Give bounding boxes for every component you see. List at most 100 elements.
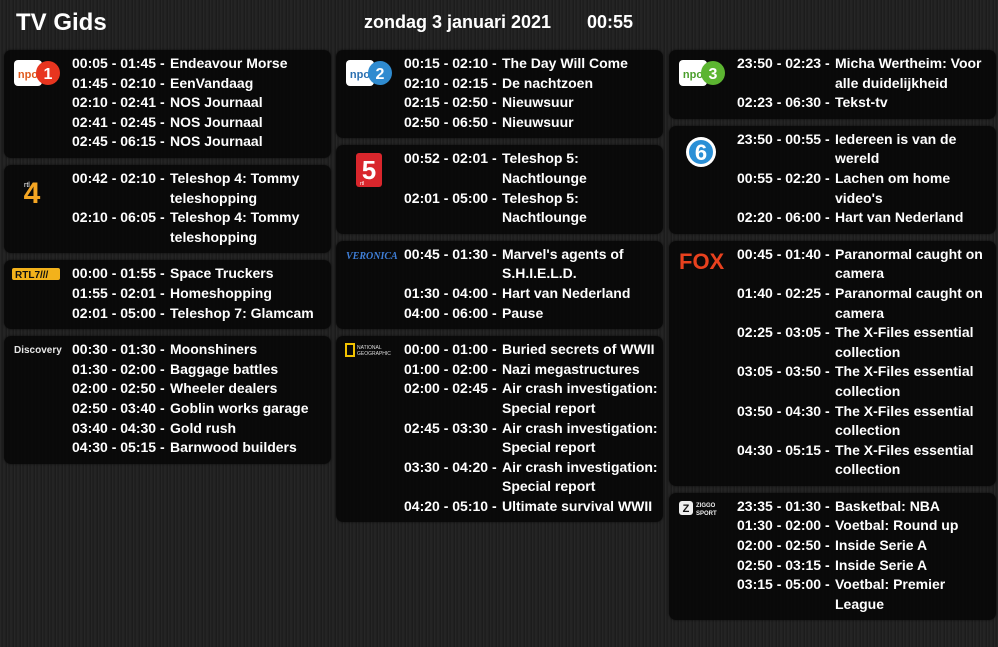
program-row[interactable]: 02:01 - 05:00 - Teleshop 7: Glamcam [72,304,331,324]
program-time: 02:20 - 06:00 - [737,209,830,226]
program-time: 01:00 - 02:00 - [404,360,497,377]
program-row[interactable]: 02:50 - 03:15 - Inside Serie A [737,556,996,576]
svg-text:VERONICA: VERONICA [346,251,398,262]
program-row[interactable]: 00:00 - 01:55 - Space Truckers [72,264,331,284]
program-title: Goblin works garage [170,399,309,416]
program-time: 03:50 - 04:30 - [737,402,830,419]
program-row[interactable]: 01:30 - 02:00 - Baggage battles [72,360,331,380]
channel-card-ziggo-sport[interactable]: Z ZIGGO SPORT 23:35 - 01:30 - Basketbal: … [669,492,996,621]
program-row[interactable]: 01:45 - 02:10 - EenVandaag [72,74,331,94]
program-row[interactable]: 00:05 - 01:45 - Endeavour Morse [72,54,331,74]
channel-card-npo3[interactable]: npo 3 23:50 - 02:23 - Micha Wertheim: Voo… [669,50,996,119]
channel-card-fox[interactable]: FOX 00:45 - 01:40 - Paranormal caught on … [669,240,996,486]
program-title: NOS Journaal [170,113,263,130]
program-row[interactable]: 02:10 - 02:41 - NOS Journaal [72,93,331,113]
program-row[interactable]: 02:10 - 02:15 - De nachtzoen [404,74,663,94]
program-row[interactable]: 04:00 - 06:00 - Pause [404,304,663,324]
svg-text:npo: npo [683,69,703,81]
program-title: Ultimate survival WWII [502,497,653,514]
channel-card-rtl4[interactable]: rtl 4 00:42 - 02:10 - Teleshop 4: Tommy t… [4,164,331,254]
program-row[interactable]: 04:30 - 05:15 - The X-Files essential col… [737,441,996,480]
program-row[interactable]: 03:40 - 04:30 - Gold rush [72,419,331,439]
program-row[interactable]: 02:41 - 02:45 - NOS Journaal [72,113,331,133]
column-left: npo 1 00:05 - 01:45 - Endeavour Morse 01:4… [4,50,331,471]
program-title: Air crash investigation: Special report [502,419,658,456]
program-row[interactable]: 03:50 - 04:30 - The X-Files essential col… [737,402,996,441]
channel-card-sbs6[interactable]: 6 23:50 - 00:55 - Iedereen is van de were… [669,125,996,234]
channel-card-rtl7[interactable]: RTL7/// 00:00 - 01:55 - Space Truckers 01:… [4,260,331,330]
program-row[interactable]: 23:50 - 00:55 - Iedereen is van de wereld [737,130,996,169]
channel-card-discovery[interactable]: Discovery 00:30 - 01:30 - Moonshiners 01:3… [4,336,331,464]
program-time: 02:25 - 03:05 - [737,324,830,341]
program-row[interactable]: 01:40 - 02:25 - Paranormal caught on came… [737,284,996,323]
program-title: Voetbal: Premier League [835,576,946,612]
program-title: Moonshiners [170,341,258,358]
app-title: TV Gids [16,9,107,36]
channel-card-natgeo[interactable]: NATIONAL GEOGRAPHIC 00:00 - 01:00 - Burie… [336,336,663,523]
program-list: 00:45 - 01:30 - Marvel's agents of S.H.I.… [404,245,663,323]
veronica-logo: VERONICA [344,247,398,281]
program-row[interactable]: 00:45 - 01:40 - Paranormal caught on came… [737,245,996,284]
program-title: EenVandaag [170,74,254,91]
program-time: 00:30 - 01:30 - [72,341,165,358]
program-row[interactable]: 02:20 - 06:00 - Hart van Nederland [737,208,996,228]
program-title: Gold rush [170,419,237,436]
program-title: Endeavour Morse [170,55,288,71]
program-row[interactable]: 02:50 - 03:40 - Goblin works garage [72,399,331,419]
program-row[interactable]: 00:55 - 02:20 - Lachen om home video's [737,169,996,208]
program-time: 01:40 - 02:25 - [737,284,830,301]
program-row[interactable]: 02:00 - 02:45 - Air crash investigation: … [404,379,663,418]
program-time: 03:15 - 05:00 - [737,576,830,593]
program-row[interactable]: 02:45 - 06:15 - NOS Journaal [72,132,331,152]
program-row[interactable]: 00:52 - 02:01 - Teleshop 5: Nachtlounge [404,149,663,188]
program-time: 02:23 - 06:30 - [737,94,830,111]
program-time: 02:00 - 02:50 - [72,380,165,397]
program-row[interactable]: 23:35 - 01:30 - Basketbal: NBA [737,497,996,517]
program-row[interactable]: 01:30 - 04:00 - Hart van Nederland [404,284,663,304]
rtl5-logo: 5 rtl [344,151,394,188]
program-row[interactable]: 02:01 - 05:00 - Teleshop 5: Nachtlounge [404,189,663,228]
program-title: Inside Serie A [835,556,928,573]
program-title: Teleshop 4: Tommy teleshopping [170,209,300,245]
program-row[interactable]: 02:00 - 02:50 - Inside Serie A [737,536,996,556]
channel-card-npo2[interactable]: npo 2 00:15 - 02:10 - The Day Will Come 02… [336,50,663,139]
program-row[interactable]: 02:25 - 03:05 - The X-Files essential col… [737,323,996,362]
program-title: Paranormal caught on camera [835,245,983,282]
program-row[interactable]: 00:00 - 01:00 - Buried secrets of WWII [404,340,663,360]
program-title: Iedereen is van de wereld [835,130,957,167]
program-time: 01:30 - 02:00 - [737,517,830,534]
program-row[interactable]: 04:30 - 05:15 - Barnwood builders [72,438,331,458]
channel-card-veronica[interactable]: VERONICA 00:45 - 01:30 - Marvel's agents … [336,240,663,330]
program-row[interactable]: 02:00 - 02:50 - Wheeler dealers [72,379,331,399]
program-row[interactable]: 02:50 - 06:50 - Nieuwsuur [404,113,663,133]
program-time: 02:10 - 02:41 - [72,94,165,111]
program-row[interactable]: 01:00 - 02:00 - Nazi megastructures [404,360,663,380]
program-row[interactable]: 00:42 - 02:10 - Teleshop 4: Tommy telesho… [72,169,331,208]
program-row[interactable]: 01:30 - 02:00 - Voetbal: Round up [737,516,996,536]
program-title: Marvel's agents of S.H.I.E.L.D. [502,245,624,282]
program-time: 01:30 - 04:00 - [404,284,497,301]
channel-card-npo1[interactable]: npo 1 00:05 - 01:45 - Endeavour Morse 01:4… [4,50,331,158]
npo1-logo: npo 1 [12,56,62,90]
program-title: Nieuwsuur [502,113,574,130]
program-row[interactable]: 02:45 - 03:30 - Air crash investigation: … [404,419,663,458]
program-row[interactable]: 02:10 - 06:05 - Teleshop 4: Tommy telesho… [72,208,331,247]
program-time: 23:35 - 01:30 - [737,497,830,514]
current-date: zondag 3 januari 2021 [364,12,552,32]
program-title: Air crash investigation: Special report [502,458,658,495]
channel-card-rtl5[interactable]: 5 rtl 00:52 - 02:01 - Teleshop 5: Nachtlo… [336,145,663,234]
program-title: Nazi megastructures [502,360,640,377]
program-row[interactable]: 02:15 - 02:50 - Nieuwsuur [404,93,663,113]
program-row[interactable]: 03:05 - 03:50 - The X-Files essential col… [737,362,996,401]
program-row[interactable]: 04:20 - 05:10 - Ultimate survival WWII [404,497,663,517]
program-row[interactable]: 23:50 - 02:23 - Micha Wertheim: Voor alle… [737,54,996,93]
program-row[interactable]: 00:45 - 01:30 - Marvel's agents of S.H.I.… [404,245,663,284]
program-row[interactable]: 03:30 - 04:20 - Air crash investigation: … [404,458,663,497]
svg-text:2: 2 [376,66,385,83]
program-row[interactable]: 03:15 - 05:00 - Voetbal: Premier League [737,575,996,614]
program-row[interactable]: 01:55 - 02:01 - Homeshopping [72,284,331,304]
program-row[interactable]: 00:15 - 02:10 - The Day Will Come [404,54,663,74]
program-row[interactable]: 02:23 - 06:30 - Tekst-tv [737,93,996,113]
program-title: Lachen om home video's [835,169,951,206]
program-row[interactable]: 00:30 - 01:30 - Moonshiners [72,340,331,360]
